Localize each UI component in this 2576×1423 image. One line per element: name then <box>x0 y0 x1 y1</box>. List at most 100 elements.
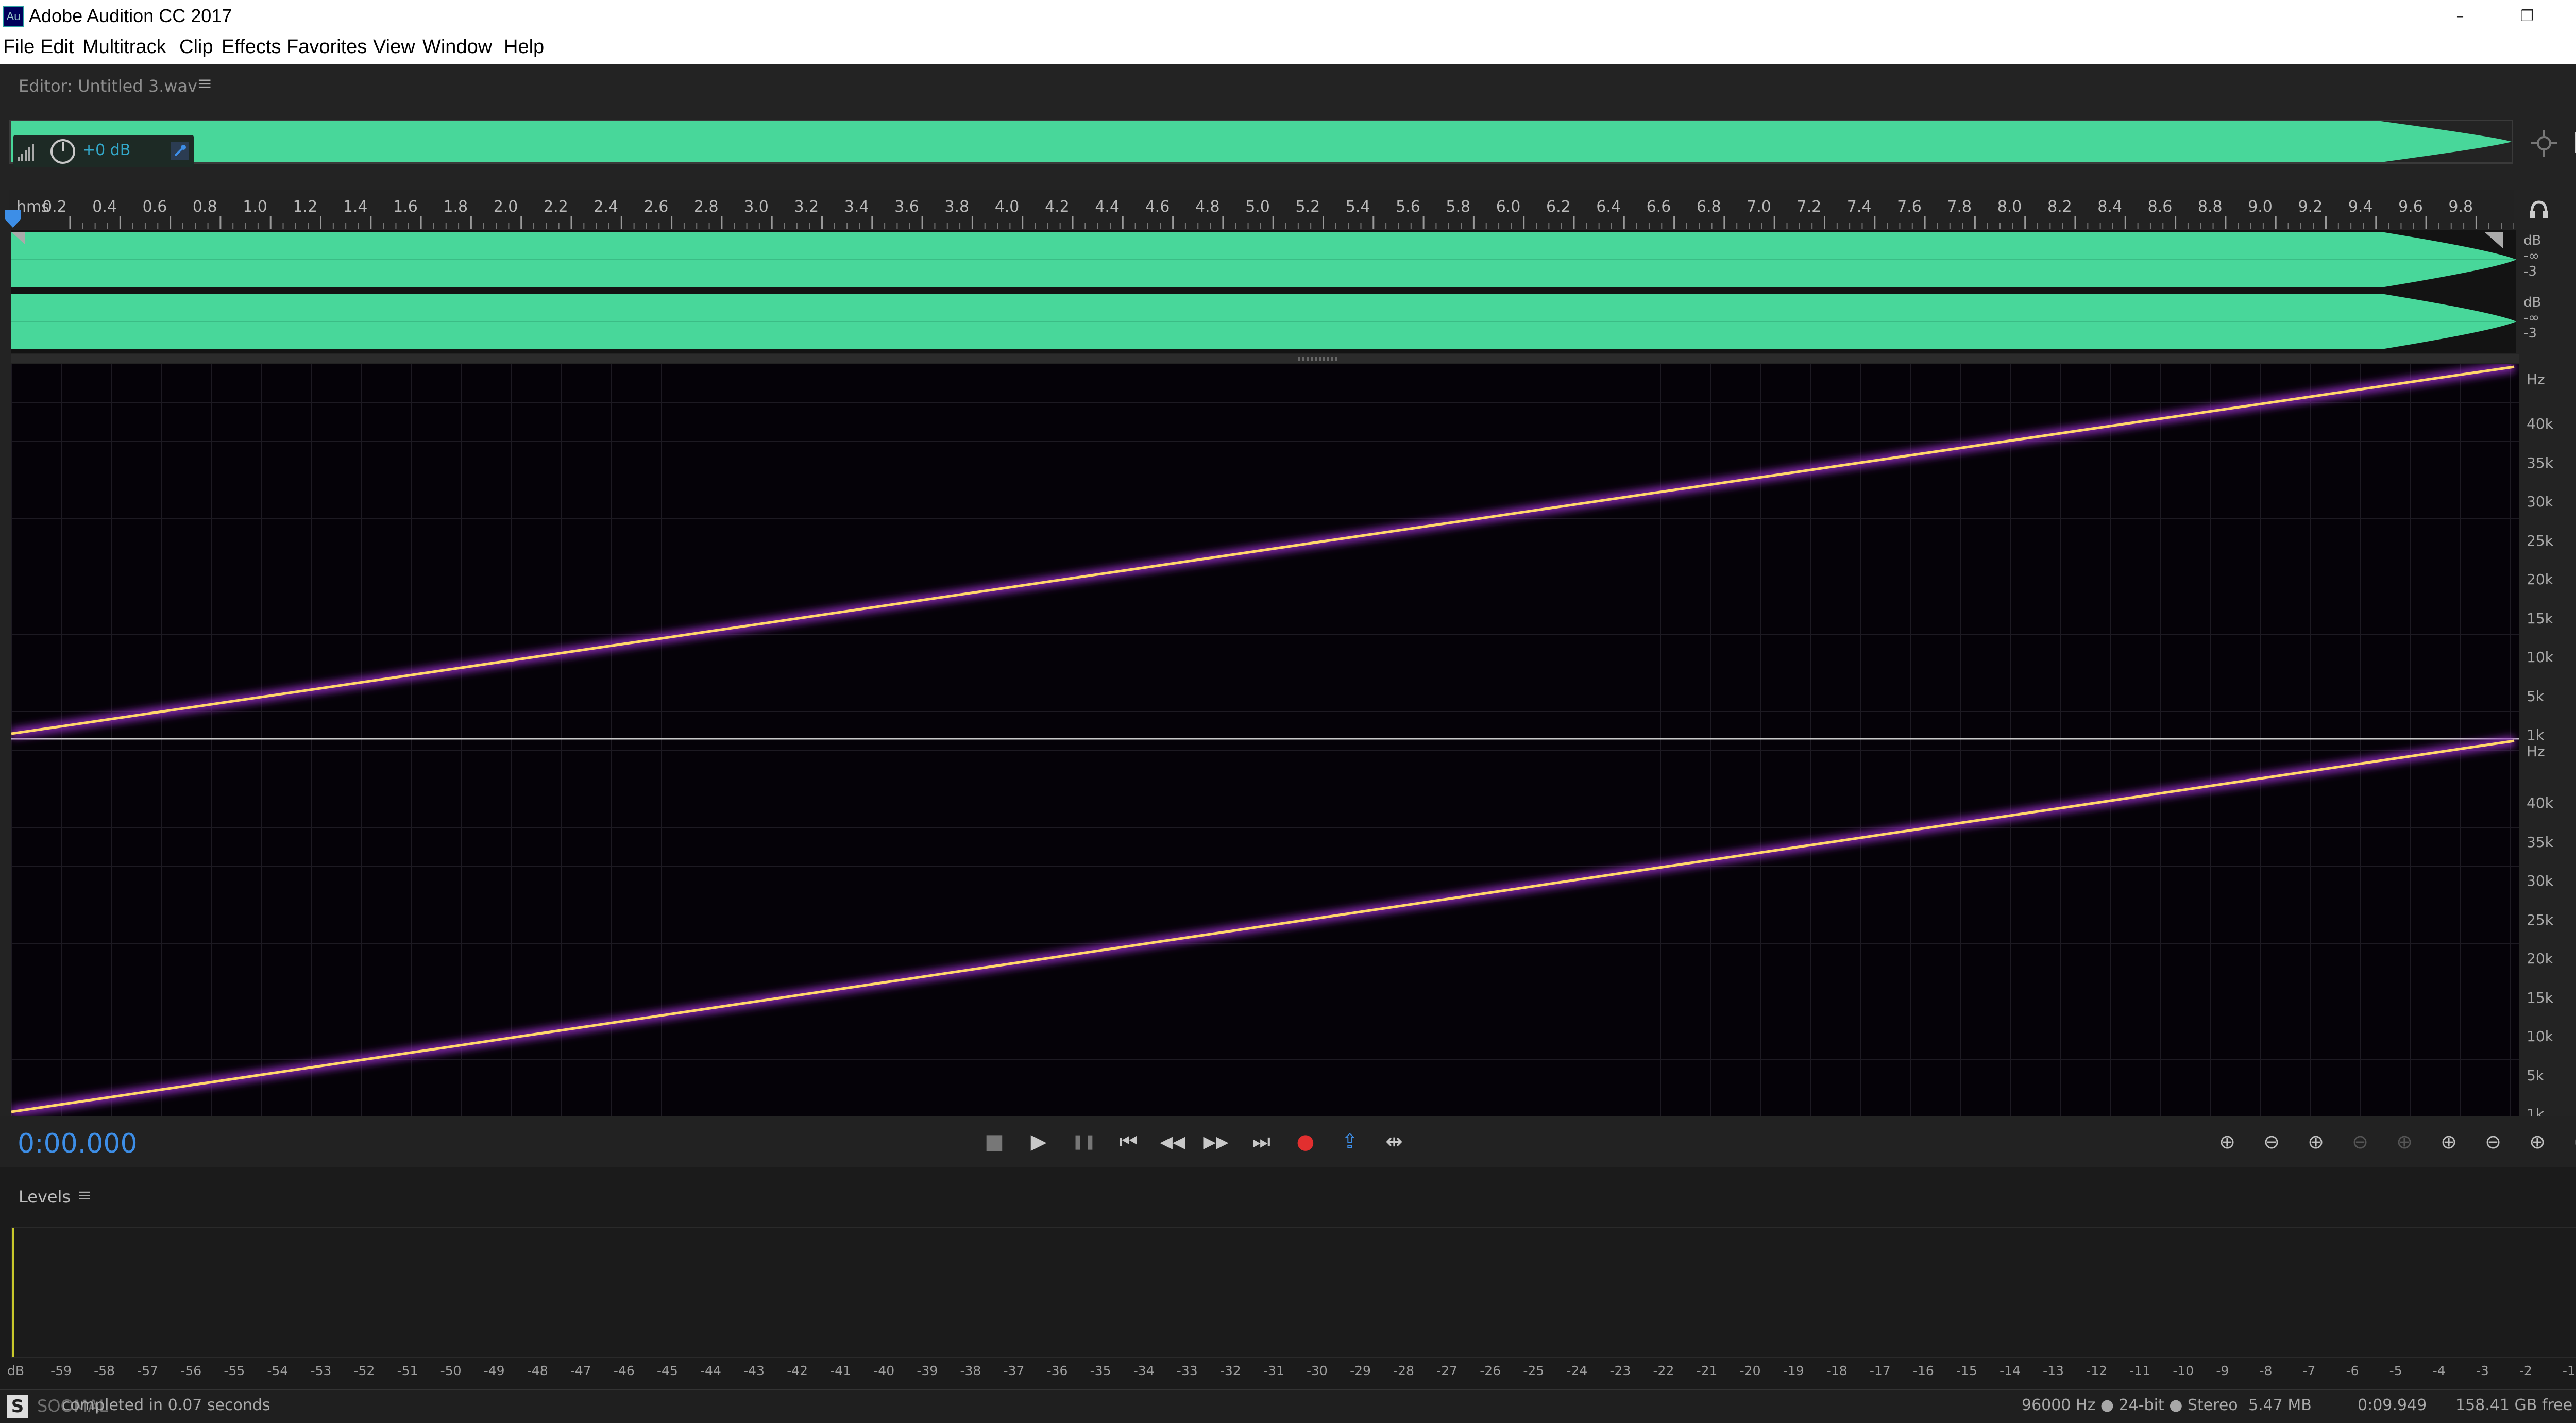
db-scale-label: -16 <box>1912 1363 1934 1378</box>
levels-db-scale: dB -59 -58 -57 -56 -55 -54 -53 -52 -51 -50 -49 -48 -4… <box>0 1359 2576 1385</box>
freq-label-left: 15k <box>2527 609 2553 627</box>
scale-unit: dB <box>2523 295 2541 310</box>
menu-edit[interactable]: Edit <box>40 36 74 58</box>
db-scale-label: -8 <box>2259 1363 2273 1378</box>
volume-knob-icon[interactable] <box>49 138 76 165</box>
freq-label-right: 15k <box>2527 989 2553 1006</box>
waveform-left-scale: dB -∞ -3 <box>2523 233 2565 279</box>
db-scale-label: -1 <box>2562 1363 2575 1378</box>
status-size: 5.47 MB <box>2248 1396 2312 1414</box>
db-scale-label: -49 <box>483 1363 505 1378</box>
db-scale-label: -14 <box>1999 1363 2021 1378</box>
zoom-out-point-button[interactable]: ⊖ <box>2475 1126 2511 1157</box>
pause-button[interactable]: ❚❚ <box>1069 1126 1099 1157</box>
pin-icon[interactable] <box>171 142 189 160</box>
menu-help[interactable]: Help <box>504 36 544 58</box>
waveform-right-scale: dB -∞ -3 <box>2523 295 2565 341</box>
db-scale-label: -7 <box>2302 1363 2316 1378</box>
go-to-start-button[interactable]: ⏮ <box>1113 1126 1144 1157</box>
menu-clip[interactable]: Clip <box>179 36 213 58</box>
menu-favorites[interactable]: Favorites <box>286 36 367 58</box>
db-scale-label: -55 <box>224 1363 245 1378</box>
menu-effects[interactable]: Effects <box>222 36 281 58</box>
menu-view[interactable]: View <box>373 36 415 58</box>
zoom-reset-button[interactable]: ⊖ <box>2564 1126 2576 1157</box>
skip-selection-button[interactable]: ⇹ <box>1379 1126 1410 1157</box>
db-scale-label: -46 <box>613 1363 635 1378</box>
maximize-button[interactable]: ❐ <box>2499 3 2555 30</box>
zoom-to-selection-button[interactable]: ⊕ <box>2519 1126 2555 1157</box>
waveform-channel-right[interactable] <box>11 292 2516 351</box>
db-scale-label: -4 <box>2432 1363 2446 1378</box>
freq-label-right: 40k <box>2527 794 2553 811</box>
freq-label-left: 1k <box>2527 726 2545 743</box>
zoom-in-point-button[interactable]: ⊕ <box>2431 1126 2467 1157</box>
panel-menu-icon[interactable]: ≡ <box>197 73 212 94</box>
play-button[interactable]: ▶ <box>1023 1126 1054 1157</box>
divider-grip-icon[interactable] <box>1298 357 1340 361</box>
hz-unit-left: Hz <box>2527 371 2545 388</box>
db-scale-label: -6 <box>2346 1363 2359 1378</box>
overview-waveform[interactable] <box>9 120 2513 164</box>
zoom-out-time-button[interactable]: ⊖ <box>2342 1126 2378 1157</box>
freq-label-left: 10k <box>2527 649 2553 666</box>
db-scale-label: -53 <box>310 1363 332 1378</box>
menu-bar: File Edit Multitrack Clip Effects Favori… <box>0 33 2576 64</box>
db-scale-label: -18 <box>1826 1363 1848 1378</box>
db-scale-label: -57 <box>137 1363 159 1378</box>
db-scale-label: -54 <box>267 1363 289 1378</box>
view-divider[interactable] <box>11 354 2519 363</box>
db-scale-label: -15 <box>1956 1363 1977 1378</box>
levels-menu-icon[interactable]: ≡ <box>77 1185 92 1206</box>
fast-forward-button[interactable]: ▶▶ <box>1200 1126 1231 1157</box>
db-scale-label: -23 <box>1609 1363 1631 1378</box>
waveform-display[interactable] <box>11 230 2516 353</box>
headphones-icon[interactable] <box>2529 199 2549 219</box>
db-scale-label: -2 <box>2519 1363 2532 1378</box>
spectral-frequency-display[interactable]: Hz Hz 40k 35k 30k 25k 20k 15k 10k 5k 1k 40k 35k 30k… <box>11 364 2553 1123</box>
levels-title[interactable]: Levels <box>19 1187 71 1207</box>
go-to-end-button[interactable]: ⏭ <box>1246 1126 1277 1157</box>
db-scale-label: -11 <box>2129 1363 2151 1378</box>
rewind-button[interactable]: ◀◀ <box>1157 1126 1188 1157</box>
status-free-space: 158.41 GB free <box>2455 1396 2573 1414</box>
hud-gain-value[interactable]: +0 dB <box>82 141 130 159</box>
db-scale-label: -44 <box>700 1363 721 1378</box>
menu-window[interactable]: Window <box>422 36 492 58</box>
freq-label-left: 20k <box>2527 571 2553 588</box>
db-scale-label: -9 <box>2216 1363 2229 1378</box>
loop-playback-button[interactable]: ⇪ <box>1334 1126 1365 1157</box>
waveform-channel-left[interactable] <box>11 230 2516 290</box>
db-scale-label: -27 <box>1436 1363 1458 1378</box>
menu-multitrack[interactable]: Multitrack <box>82 36 166 58</box>
levels-meter <box>11 1227 2576 1358</box>
zoom-in-amplitude-button[interactable]: ⊕ <box>2209 1126 2245 1157</box>
menu-file[interactable]: File <box>3 36 35 58</box>
zoom-out-full-button[interactable]: ⊕ <box>2386 1126 2422 1157</box>
db-scale-label: -21 <box>1696 1363 1718 1378</box>
zoom-settings-icon[interactable] <box>2530 129 2558 158</box>
zoom-in-time-button[interactable]: ⊕ <box>2298 1126 2334 1157</box>
scale-minus-3: -3 <box>2523 326 2537 341</box>
freq-label-left: 25k <box>2527 532 2553 549</box>
editor-title[interactable]: Editor: Untitled 3.wav <box>19 76 197 96</box>
freq-label-right: 35k <box>2527 833 2553 851</box>
time-display[interactable]: 0:00.000 <box>18 1128 138 1159</box>
app-icon: Au <box>3 6 24 27</box>
freq-label-right: 20k <box>2527 950 2553 967</box>
minimize-button[interactable]: – <box>2432 3 2488 30</box>
db-scale-label: -59 <box>50 1363 72 1378</box>
playhead-marker-icon[interactable] <box>5 210 21 229</box>
close-button[interactable]: ✕ <box>2571 3 2576 30</box>
db-scale-label: -28 <box>1393 1363 1414 1378</box>
record-button[interactable]: ● <box>1290 1126 1321 1157</box>
db-scale-label: -35 <box>1090 1363 1111 1378</box>
time-ruler[interactable]: hms 0.2 0.4 0.6 0.8 1.0 1.2 1.4 1.6 1.8 2.0 2.2 2.4… <box>9 190 2514 229</box>
db-scale-label: -10 <box>2173 1363 2194 1378</box>
db-scale-label: -17 <box>1869 1363 1891 1378</box>
zoom-out-amplitude-button[interactable]: ⊖ <box>2253 1126 2290 1157</box>
db-scale-label: -19 <box>1783 1363 1804 1378</box>
freq-label-right: 30k <box>2527 872 2553 889</box>
stop-button[interactable]: ■ <box>979 1126 1010 1157</box>
watermark-logo-icon: S <box>7 1395 28 1418</box>
